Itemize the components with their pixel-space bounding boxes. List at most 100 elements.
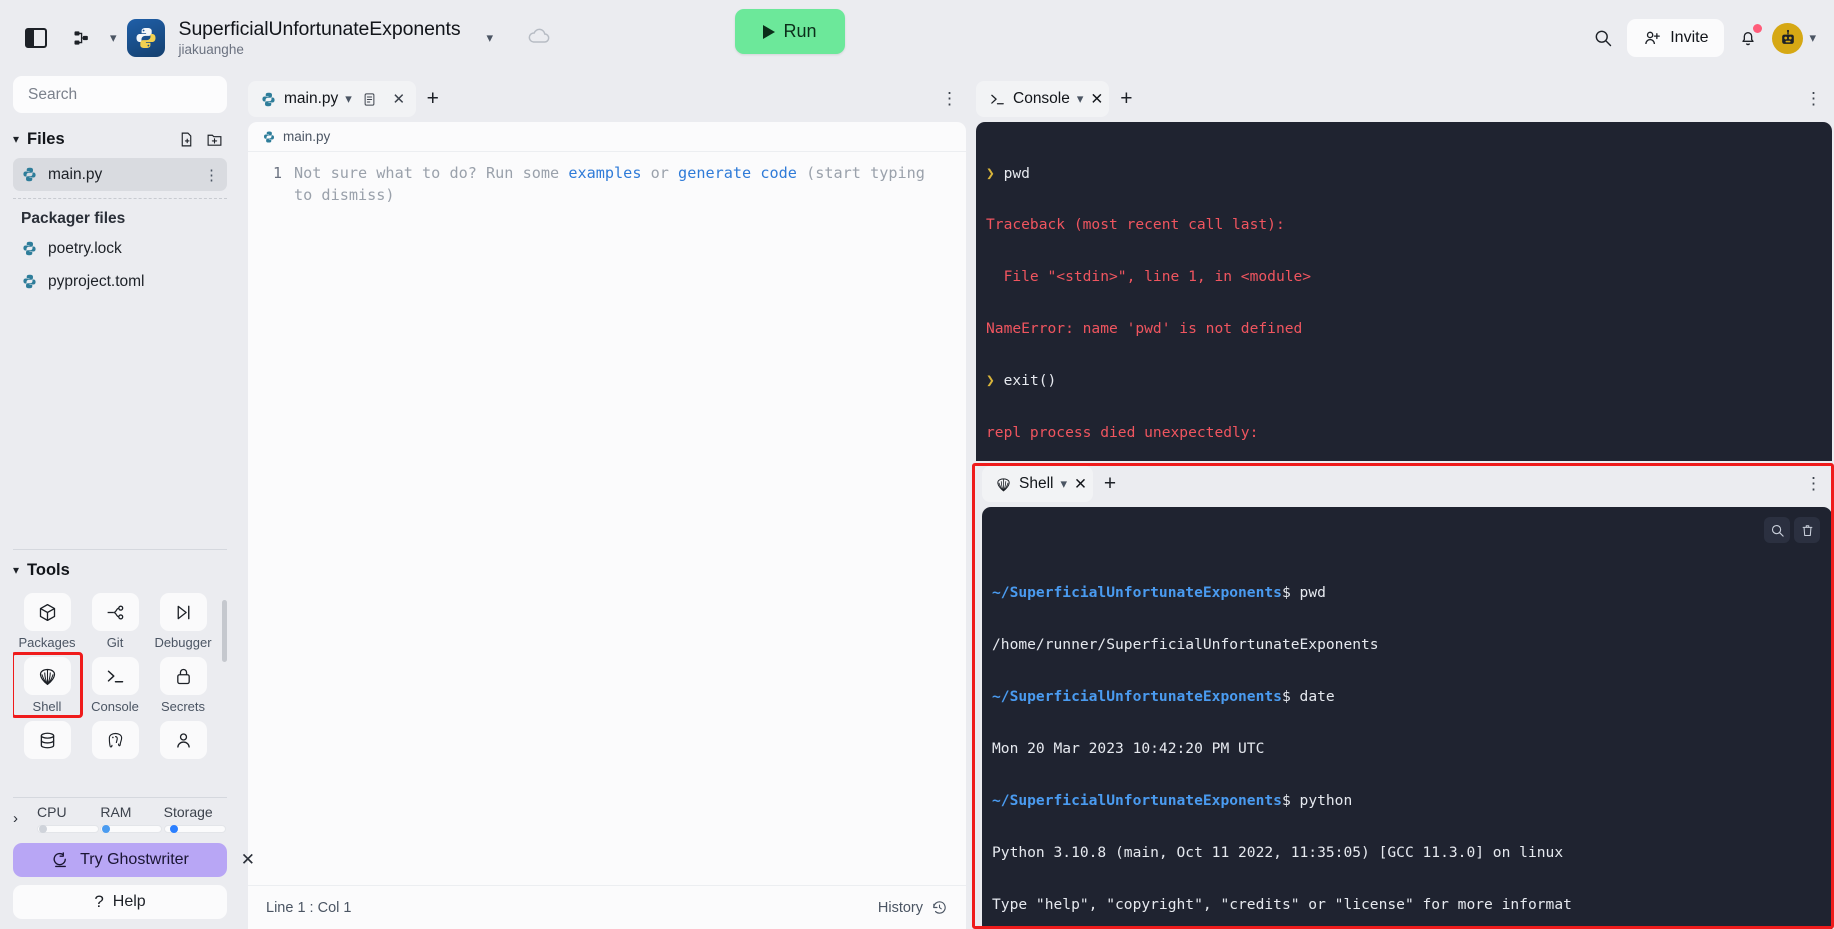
tool-packages[interactable]: Packages: [13, 590, 81, 652]
console-output[interactable]: ❯ pwd Traceback (most recent call last):…: [976, 122, 1832, 461]
tab-close-icon[interactable]: ✕: [388, 88, 410, 110]
search-input[interactable]: Search: [13, 76, 227, 113]
shell-command: pwd: [1290, 584, 1326, 602]
shell-tab-chevron-down-icon[interactable]: ▾: [1060, 476, 1067, 492]
project-owner: jiakuanghe: [178, 41, 244, 57]
shell-command: date: [1290, 687, 1335, 705]
chevron-right-icon[interactable]: ›: [13, 804, 33, 827]
tab-chevron-down-icon[interactable]: ▾: [345, 91, 352, 107]
sidebar-toggle-button[interactable]: [18, 20, 54, 56]
branch-button[interactable]: [64, 20, 100, 56]
kebab-menu-icon[interactable]: ⋮: [204, 166, 219, 184]
resource-ram[interactable]: RAM: [100, 804, 163, 833]
storage-meter-dot: [169, 825, 178, 833]
console-line-text: exit(): [1003, 372, 1057, 390]
top-right-actions: Invite ▾: [1585, 19, 1816, 57]
branch-chevron-down-icon[interactable]: ▾: [110, 30, 117, 46]
git-branch-icon: [91, 593, 139, 631]
shell-output[interactable]: ~/SuperficialUnfortunateExponents$ pwd /…: [982, 507, 1832, 929]
python-file-icon: [23, 167, 36, 182]
try-ghostwriter-button[interactable]: Try Ghostwriter ✕: [13, 843, 255, 877]
new-folder-icon[interactable]: [201, 126, 227, 152]
chevron-down-icon[interactable]: ▾: [13, 563, 19, 577]
console-overflow-menu[interactable]: ⋮: [1805, 89, 1834, 109]
person-add-icon: [1645, 31, 1661, 44]
code-area[interactable]: 1 Not sure what to do? Run some examples…: [248, 152, 966, 885]
sidebar: Search ▾ Files main.py ⋮ Packager files …: [0, 76, 255, 929]
packager-section-title: Packager files: [21, 210, 126, 227]
shell-close-icon[interactable]: ✕: [1074, 475, 1087, 494]
new-tab-button[interactable]: +: [418, 84, 448, 114]
console-close-icon[interactable]: ✕: [1090, 90, 1103, 109]
tools-section-header: ▾ Tools: [13, 550, 227, 590]
play-icon: [763, 24, 776, 39]
code-placeholder: Not sure what to do? Run some examples o…: [294, 162, 966, 885]
shell-command: python: [1290, 791, 1353, 809]
tab-main-py[interactable]: main.py ▾ ✕: [248, 81, 416, 117]
shell-prompt-symbol: $: [1281, 584, 1291, 602]
file-item-poetry-lock[interactable]: poetry.lock: [13, 232, 227, 265]
tool-shell[interactable]: Shell: [13, 652, 83, 718]
resource-storage[interactable]: Storage: [163, 804, 227, 833]
tool-postgres[interactable]: [81, 718, 149, 765]
shell-line: Type "help", "copyright", "credits" or "…: [992, 895, 1572, 913]
project-chevron-down-icon[interactable]: ▾: [487, 30, 494, 46]
tool-label: Shell: [32, 699, 62, 714]
file-item-label: poetry.lock: [48, 239, 122, 257]
tools-section-title: Tools: [27, 560, 70, 579]
run-button[interactable]: Run: [735, 9, 845, 54]
ghostwriter-label: Try Ghostwriter: [80, 851, 189, 868]
console-tab-chevron-down-icon[interactable]: ▾: [1077, 91, 1084, 107]
file-item-main-py[interactable]: main.py ⋮: [13, 158, 227, 191]
tab-console[interactable]: Console ▾ ✕: [976, 81, 1110, 117]
shell-search-button[interactable]: [1764, 517, 1790, 543]
line-number: 1: [272, 164, 282, 182]
tool-user[interactable]: [149, 718, 217, 765]
document-icon[interactable]: [359, 88, 381, 110]
console-new-tab-button[interactable]: +: [1111, 84, 1141, 114]
tool-secrets[interactable]: Secrets: [149, 654, 217, 716]
resource-label: CPU: [37, 804, 67, 820]
editor-overflow-menu[interactable]: ⋮: [941, 89, 968, 109]
tools-scrollbar[interactable]: [222, 600, 227, 662]
ghostwriter-icon: [53, 851, 67, 867]
ram-meter-dot: [102, 825, 111, 833]
run-label: Run: [783, 21, 817, 41]
console-prompt-icon: [91, 657, 139, 695]
shell-new-tab-button[interactable]: +: [1095, 469, 1125, 499]
shell-icon: [997, 477, 1010, 491]
search-icon: [1595, 30, 1612, 47]
notification-badge: [1753, 24, 1763, 33]
tool-git[interactable]: Git: [81, 590, 149, 652]
search-placeholder: Search: [28, 85, 78, 103]
invite-button[interactable]: Invite: [1627, 19, 1725, 57]
avatar-chevron-down-icon[interactable]: ▾: [1809, 30, 1816, 46]
notifications-button[interactable]: [1730, 20, 1766, 56]
tool-console[interactable]: Console: [81, 654, 149, 716]
file-item-pyproject-toml[interactable]: pyproject.toml: [13, 265, 227, 298]
tool-label: Debugger: [154, 635, 212, 650]
shell-line: Python 3.10.8 (main, Oct 11 2022, 11:35:…: [992, 843, 1564, 861]
console-line: repl process died unexpectedly:: [986, 424, 1259, 442]
tool-debugger[interactable]: Debugger: [149, 590, 217, 652]
right-pane: Console ▾ ✕ + ⋮ ❯ pwd Traceback (most re…: [968, 76, 1834, 929]
history-button[interactable]: History: [878, 899, 948, 916]
examples-link[interactable]: examples: [568, 164, 641, 182]
tab-shell[interactable]: Shell ▾ ✕: [982, 466, 1093, 502]
tool-database[interactable]: [13, 718, 81, 765]
cloud-icon[interactable]: [527, 27, 551, 50]
generate-code-link[interactable]: generate code: [678, 164, 797, 182]
close-icon[interactable]: ✕: [241, 850, 255, 870]
help-button[interactable]: ? Help: [13, 885, 227, 919]
python-file-icon: [23, 274, 36, 289]
project-logo: [126, 19, 165, 57]
shell-clear-button[interactable]: [1794, 517, 1820, 543]
global-search-button[interactable]: [1585, 20, 1621, 56]
chevron-down-icon[interactable]: ▾: [13, 132, 19, 146]
tools-scroll-area[interactable]: Packages Git Debugger Shell Console Secr…: [13, 590, 227, 795]
avatar[interactable]: [1772, 22, 1804, 54]
new-file-icon[interactable]: [173, 126, 199, 152]
resource-cpu[interactable]: CPU: [37, 804, 100, 833]
shell-overflow-menu[interactable]: ⋮: [1805, 474, 1834, 494]
